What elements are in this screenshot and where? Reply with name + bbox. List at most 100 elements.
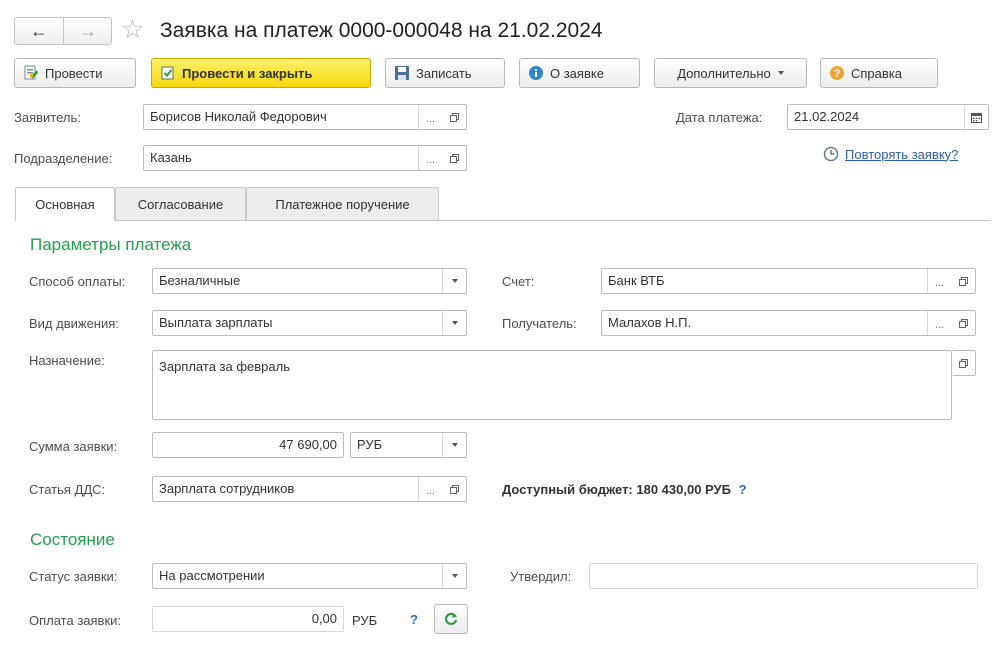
- save-button-label: Записать: [416, 65, 472, 81]
- dropdown-button[interactable]: [442, 269, 466, 293]
- select-button[interactable]: ...: [418, 105, 442, 129]
- recipient-field[interactable]: Малахов Н.П. ...: [601, 310, 976, 336]
- pay-method-value: Безналичные: [159, 273, 241, 288]
- payment-params-title: Параметры платежа: [30, 235, 192, 254]
- tab-main[interactable]: Основная: [15, 187, 115, 221]
- budget-info: Доступный бюджет: 180 430,00 РУБ ?: [502, 482, 747, 498]
- payment-value: 0,00: [311, 611, 337, 626]
- post-and-close-button[interactable]: Провести и закрыть: [151, 58, 371, 88]
- help-icon: ?: [829, 65, 845, 81]
- open-button[interactable]: [442, 146, 466, 170]
- calendar-button[interactable]: [964, 105, 988, 129]
- clock-icon: [823, 146, 839, 162]
- status-label: Статус заявки:: [29, 569, 118, 584]
- amount-input[interactable]: 47 690,00: [152, 432, 344, 458]
- open-button[interactable]: [442, 477, 466, 501]
- ellipsis-icon: ...: [425, 485, 436, 497]
- approved-label: Утвердил:: [510, 569, 572, 584]
- dropdown-button[interactable]: [442, 433, 466, 457]
- dds-value: Зарплата сотрудников: [159, 481, 295, 496]
- select-button[interactable]: ...: [927, 311, 951, 335]
- floppy-disk-icon: [394, 65, 410, 81]
- ellipsis-icon: ...: [425, 154, 436, 166]
- open-window-icon: [449, 112, 459, 122]
- dropdown-button[interactable]: [442, 564, 466, 588]
- chevron-down-icon: [451, 321, 458, 325]
- about-button[interactable]: О заявке: [519, 58, 640, 88]
- payment-date-label: Дата платежа:: [676, 110, 763, 125]
- select-button[interactable]: ...: [418, 477, 442, 501]
- refresh-button[interactable]: [434, 604, 468, 634]
- amount-label: Сумма заявки:: [29, 439, 118, 454]
- movement-label: Вид движения:: [29, 316, 119, 331]
- open-window-icon: [958, 318, 968, 328]
- account-label: Счет:: [502, 274, 535, 289]
- chevron-down-icon: [777, 71, 784, 75]
- repeat-request-link[interactable]: Повторять заявку?: [823, 146, 958, 162]
- dds-field[interactable]: Зарплата сотрудников ...: [152, 476, 467, 502]
- payment-label: Оплата заявки:: [29, 613, 122, 628]
- post-button[interactable]: Провести: [14, 58, 136, 88]
- ellipsis-icon: ...: [934, 319, 945, 331]
- arrow-left-icon: ←: [30, 21, 48, 41]
- info-icon: [528, 65, 544, 81]
- post-button-label: Провести: [45, 65, 103, 81]
- movement-value: Выплата зарплаты: [159, 315, 273, 330]
- amount-value: 47 690,00: [279, 437, 337, 452]
- tab-approval-label: Согласование: [137, 196, 224, 212]
- forward-button[interactable]: →: [64, 18, 112, 44]
- tab-payment-order-label: Платежное поручение: [275, 196, 410, 212]
- payment-date-field[interactable]: 21.02.2024: [787, 104, 989, 130]
- department-value: Казань: [150, 150, 192, 165]
- applicant-field[interactable]: Борисов Николай Федорович ...: [143, 104, 467, 130]
- open-window-icon: [449, 153, 459, 163]
- post-icon: [23, 65, 39, 81]
- budget-text: Доступный бюджет: 180 430,00 РУБ: [502, 482, 731, 497]
- chevron-down-icon: [451, 279, 458, 283]
- purpose-label: Назначение:: [29, 353, 105, 368]
- payment-input: 0,00: [152, 606, 344, 632]
- budget-help-icon[interactable]: ?: [739, 482, 747, 497]
- refresh-icon: [445, 612, 458, 625]
- payment-currency: РУБ: [352, 613, 378, 628]
- nav-buttons: ← →: [14, 17, 112, 45]
- ellipsis-icon: ...: [425, 113, 436, 125]
- approved-field: [589, 563, 978, 589]
- dropdown-button[interactable]: [442, 311, 466, 335]
- post-close-button-label: Провести и закрыть: [182, 65, 313, 81]
- tab-payment-order[interactable]: Платежное поручение: [246, 187, 439, 220]
- more-button-label: Дополнительно: [677, 65, 771, 81]
- window-title: Заявка на платеж 0000-000048 на 21.02.20…: [160, 19, 603, 42]
- save-button[interactable]: Записать: [385, 58, 505, 88]
- select-button[interactable]: ...: [927, 269, 951, 293]
- about-button-label: О заявке: [550, 65, 604, 81]
- currency-select[interactable]: РУБ: [350, 432, 467, 458]
- select-button[interactable]: ...: [418, 146, 442, 170]
- payment-help-icon[interactable]: ?: [410, 612, 418, 627]
- tab-approval[interactable]: Согласование: [115, 187, 246, 220]
- purpose-textarea[interactable]: Зарплата за февраль: [152, 350, 952, 420]
- help-button-label: Справка: [851, 65, 902, 81]
- more-button[interactable]: Дополнительно: [654, 58, 807, 88]
- purpose-value: Зарплата за февраль: [159, 359, 290, 374]
- account-field[interactable]: Банк ВТБ ...: [601, 268, 976, 294]
- open-button[interactable]: [951, 311, 975, 335]
- svg-text:?: ?: [834, 68, 841, 80]
- repeat-link-text: Повторять заявку?: [845, 146, 959, 162]
- open-button[interactable]: [442, 105, 466, 129]
- currency-value: РУБ: [357, 437, 383, 452]
- help-button[interactable]: ? Справка: [820, 58, 938, 88]
- pay-method-label: Способ оплаты:: [29, 274, 126, 289]
- open-button[interactable]: [951, 269, 975, 293]
- favorite-star-icon[interactable]: ☆: [121, 14, 144, 44]
- payment-date-value: 21.02.2024: [794, 109, 860, 124]
- pay-method-select[interactable]: Безналичные: [152, 268, 467, 294]
- department-field[interactable]: Казань ...: [143, 145, 467, 171]
- movement-select[interactable]: Выплата зарплаты: [152, 310, 467, 336]
- back-button[interactable]: ←: [15, 18, 64, 44]
- status-select[interactable]: На рассмотрении: [152, 563, 467, 589]
- chevron-down-icon: [451, 443, 458, 447]
- applicant-value: Борисов Николай Федорович: [150, 109, 327, 124]
- purpose-open-button[interactable]: [952, 350, 976, 376]
- recipient-value: Малахов Н.П.: [608, 315, 692, 330]
